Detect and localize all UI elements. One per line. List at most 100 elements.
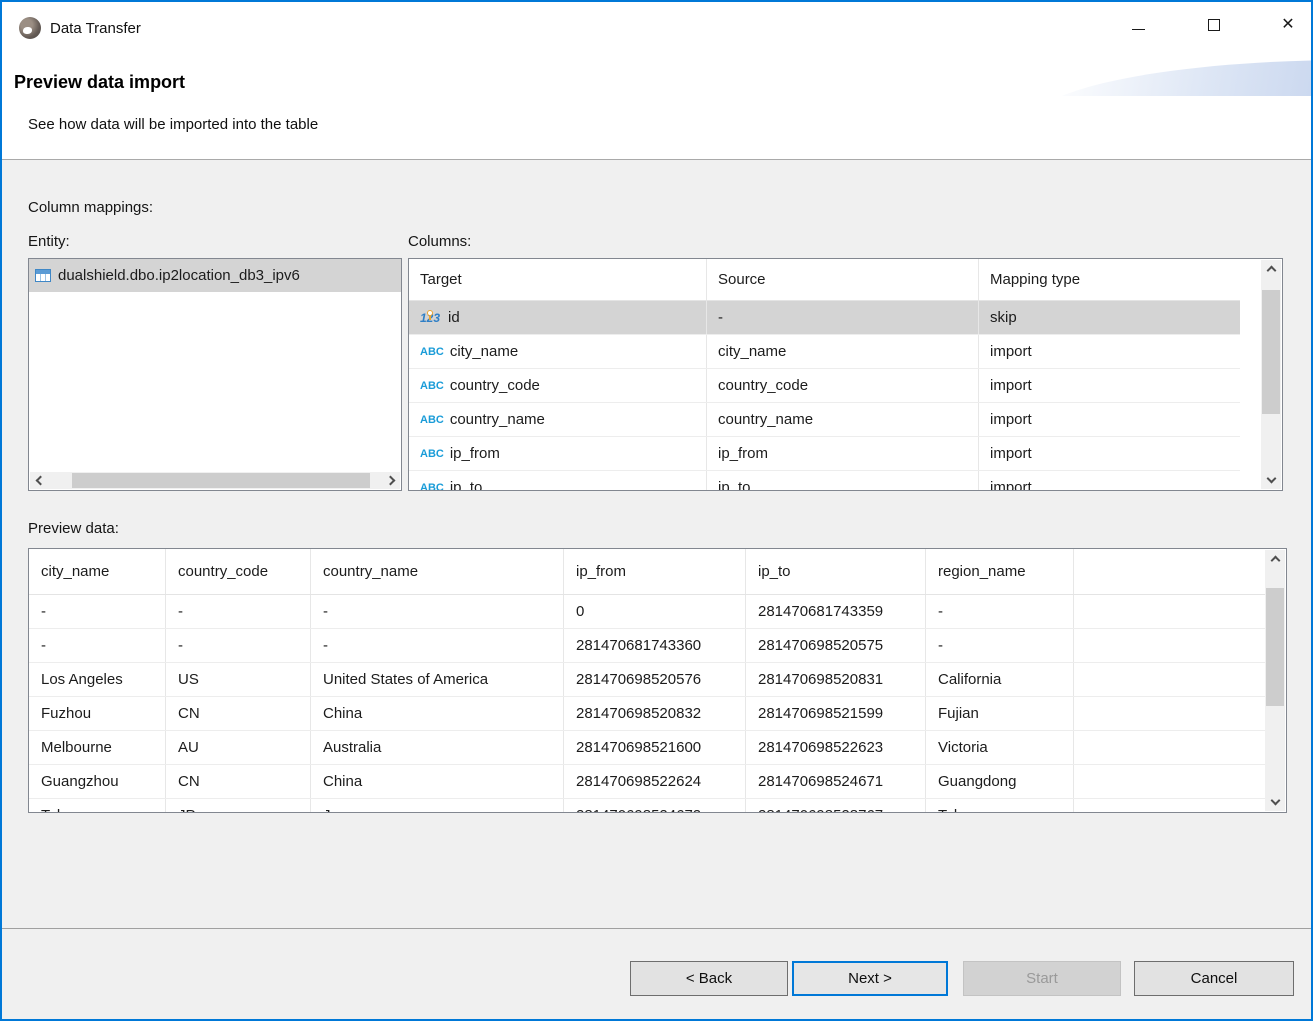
mapping-row[interactable]: ABC ip_to ip_to import [409,471,1240,491]
preview-cell[interactable]: JP [166,799,311,813]
start-button[interactable]: Start [963,961,1121,996]
preview-cell[interactable]: - [166,629,311,662]
preview-row[interactable]: Los Angeles US United States of America … [29,663,1265,697]
scroll-right-arrow[interactable] [383,472,400,489]
target-cell[interactable]: ABC country_code [409,369,707,402]
preview-cell[interactable]: California [926,663,1074,696]
preview-header-country-name[interactable]: country_name [311,549,564,594]
horizontal-scroll-thumb[interactable] [72,473,370,488]
preview-cell[interactable]: - [29,629,166,662]
title-bar[interactable]: Data Transfer ✕ [2,2,1311,55]
mapping-type-cell[interactable]: skip [979,301,1240,334]
preview-header-ip-to[interactable]: ip_to [746,549,926,594]
columns-vertical-scrollbar[interactable] [1261,260,1281,489]
preview-cell[interactable]: China [311,765,564,798]
preview-cell[interactable]: CN [166,697,311,730]
preview-header-country-code[interactable]: country_code [166,549,311,594]
entity-horizontal-scrollbar[interactable] [30,472,400,489]
scroll-down-arrow[interactable] [1265,794,1285,811]
preview-cell[interactable]: 281470698521600 [564,731,746,764]
preview-cell[interactable]: 281470681743360 [564,629,746,662]
preview-cell[interactable]: 281470698520576 [564,663,746,696]
preview-cell[interactable]: 281470698520831 [746,663,926,696]
mapping-row[interactable]: ABC country_name country_name import [409,403,1240,437]
mapping-type-cell[interactable]: import [979,437,1240,470]
preview-cell[interactable]: 281470698522624 [564,765,746,798]
preview-cell[interactable]: Fuzhou [29,697,166,730]
preview-cell[interactable]: Victoria [926,731,1074,764]
scroll-up-arrow[interactable] [1265,550,1285,567]
scroll-left-arrow[interactable] [30,472,47,489]
preview-cell[interactable]: 281470698521599 [746,697,926,730]
next-button[interactable]: Next > [792,961,948,996]
mapping-type-cell[interactable]: import [979,369,1240,402]
preview-cell[interactable]: 281470698520832 [564,697,746,730]
minimize-button[interactable] [1115,2,1161,48]
preview-row[interactable]: Tokyo JP Japan 281470698524672 281470698… [29,799,1265,813]
mapping-type-cell[interactable]: import [979,471,1240,491]
preview-cell[interactable]: Tokyo [29,799,166,813]
source-cell[interactable]: ip_to [707,471,979,491]
column-header-source[interactable]: Source [707,259,979,300]
preview-cell[interactable]: Fujian [926,697,1074,730]
cancel-button[interactable]: Cancel [1134,961,1294,996]
preview-cell[interactable]: - [166,595,311,628]
preview-header-region-name[interactable]: region_name [926,549,1074,594]
target-cell[interactable]: 123 id [409,301,707,334]
preview-row[interactable]: - - - 281470681743360 281470698520575 - [29,629,1265,663]
back-button[interactable]: < Back [630,961,788,996]
source-cell[interactable]: country_name [707,403,979,436]
source-cell[interactable]: country_code [707,369,979,402]
close-button[interactable]: ✕ [1265,2,1311,48]
preview-cell[interactable]: China [311,697,564,730]
target-cell[interactable]: ABC country_name [409,403,707,436]
preview-header-city-name[interactable]: city_name [29,549,166,594]
preview-header-ip-from[interactable]: ip_from [564,549,746,594]
preview-cell[interactable]: 281470698520575 [746,629,926,662]
column-header-mapping-type[interactable]: Mapping type [979,259,1240,300]
preview-cell[interactable]: Tokyo [926,799,1074,813]
source-cell[interactable]: - [707,301,979,334]
preview-cell[interactable]: Melbourne [29,731,166,764]
preview-row[interactable]: Melbourne AU Australia 281470698521600 2… [29,731,1265,765]
preview-cell[interactable]: Guangdong [926,765,1074,798]
preview-row[interactable]: Fuzhou CN China 281470698520832 28147069… [29,697,1265,731]
preview-cell[interactable]: Los Angeles [29,663,166,696]
preview-cell[interactable]: 281470698528767 [746,799,926,813]
mapping-row[interactable]: ABC country_code country_code import [409,369,1240,403]
mapping-row[interactable]: ABC ip_from ip_from import [409,437,1240,471]
source-cell[interactable]: city_name [707,335,979,368]
target-cell[interactable]: ABC ip_to [409,471,707,491]
vertical-scroll-thumb[interactable] [1266,588,1284,706]
preview-cell[interactable]: Guangzhou [29,765,166,798]
scroll-down-arrow[interactable] [1261,472,1281,489]
preview-cell[interactable]: Australia [311,731,564,764]
preview-cell[interactable]: 0 [564,595,746,628]
preview-cell[interactable]: - [311,629,564,662]
mapping-row[interactable]: ABC city_name city_name import [409,335,1240,369]
entity-list-item[interactable]: dualshield.dbo.ip2location_db3_ipv6 [29,259,401,292]
preview-cell[interactable]: Japan [311,799,564,813]
target-cell[interactable]: ABC ip_from [409,437,707,470]
preview-cell[interactable]: - [29,595,166,628]
vertical-scroll-thumb[interactable] [1262,290,1280,414]
preview-cell[interactable]: 281470698524672 [564,799,746,813]
preview-cell[interactable]: AU [166,731,311,764]
preview-cell[interactable]: CN [166,765,311,798]
scroll-up-arrow[interactable] [1261,260,1281,277]
source-cell[interactable]: ip_from [707,437,979,470]
mapping-type-cell[interactable]: import [979,335,1240,368]
preview-cell[interactable]: United States of America [311,663,564,696]
mapping-type-cell[interactable]: import [979,403,1240,436]
preview-cell[interactable]: US [166,663,311,696]
preview-cell[interactable]: 281470681743359 [746,595,926,628]
preview-cell[interactable]: - [926,629,1074,662]
preview-cell[interactable]: - [926,595,1074,628]
preview-row[interactable]: Guangzhou CN China 281470698522624 28147… [29,765,1265,799]
preview-cell[interactable]: - [311,595,564,628]
target-cell[interactable]: ABC city_name [409,335,707,368]
preview-cell[interactable]: 281470698524671 [746,765,926,798]
preview-vertical-scrollbar[interactable] [1265,550,1285,811]
preview-cell[interactable]: 281470698522623 [746,731,926,764]
preview-row[interactable]: - - - 0 281470681743359 - [29,595,1265,629]
